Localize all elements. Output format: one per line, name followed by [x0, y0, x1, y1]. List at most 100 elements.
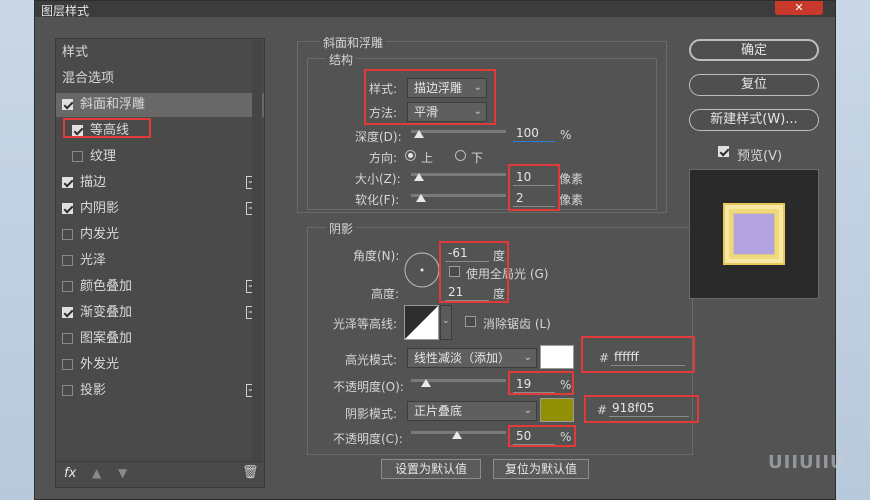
highlight-mode-value: 线性减淡（添加）: [414, 351, 511, 365]
chevron-down-icon: ⌄: [523, 352, 532, 363]
window-title: 图层样式: [41, 4, 90, 18]
antialias-checkbox[interactable]: [465, 316, 476, 327]
style-list-item[interactable]: 图案叠加: [56, 327, 264, 351]
style-list-item[interactable]: 内阴影+: [56, 197, 264, 221]
layer-style-dialog: 图层样式 ✕ 样式混合选项斜面和浮雕等高线纹理描边+内阴影+内发光光泽颜色叠加+…: [34, 0, 836, 500]
depth-input[interactable]: 100: [513, 124, 555, 142]
set-default-button[interactable]: 设置为默认值: [381, 459, 481, 479]
style-list-label: 内发光: [80, 227, 120, 242]
style-list-item[interactable]: 斜面和浮雕: [56, 93, 264, 117]
highlight-opacity-label: 不透明度(O):: [333, 380, 404, 394]
style-list-panel: 样式混合选项斜面和浮雕等高线纹理描边+内阴影+内发光光泽颜色叠加+渐变叠加+图案…: [55, 38, 265, 488]
style-list-item[interactable]: 描边+: [56, 171, 264, 195]
gloss-contour-dropdown[interactable]: ⌄: [440, 305, 452, 340]
move-up-icon[interactable]: ▲: [92, 466, 101, 480]
style-list-label: 内阴影: [80, 201, 120, 216]
style-checkbox[interactable]: [62, 281, 73, 292]
shadow-color-box: [584, 395, 699, 423]
gloss-contour-label: 光泽等高线:: [333, 317, 398, 331]
style-list-label: 混合选项: [62, 71, 115, 86]
size-slider-thumb[interactable]: [414, 173, 424, 181]
highlight-color-swatch[interactable]: [540, 345, 574, 369]
style-list-label: 颜色叠加: [80, 279, 133, 294]
shadow-opacity-box: [508, 425, 576, 447]
soften-unit: 像素: [559, 193, 584, 207]
style-list-item[interactable]: 外发光: [56, 353, 264, 377]
style-checkbox[interactable]: [62, 229, 73, 240]
highlight-opacity-slider-thumb[interactable]: [421, 379, 431, 387]
style-checkbox[interactable]: [62, 333, 73, 344]
angle-dial[interactable]: [403, 251, 441, 289]
ok-button[interactable]: 确定: [689, 39, 819, 61]
highlight-style-method-box: [364, 69, 496, 125]
direction-down-radio[interactable]: [455, 150, 466, 161]
depth-unit: %: [560, 128, 572, 142]
style-list-item[interactable]: 投影+: [56, 379, 264, 403]
style-list-label: 斜面和浮雕: [80, 97, 146, 112]
soften-slider-thumb[interactable]: [416, 194, 426, 202]
style-checkbox[interactable]: [62, 307, 73, 318]
style-list-item[interactable]: 渐变叠加+: [56, 301, 264, 325]
style-checkbox[interactable]: [62, 99, 73, 110]
depth-slider-thumb[interactable]: [414, 130, 424, 138]
angle-label: 角度(N):: [353, 249, 400, 263]
style-list-item[interactable]: 内发光: [56, 223, 264, 247]
style-list-item[interactable]: 样式: [56, 41, 264, 65]
style-list-label: 样式: [62, 45, 89, 60]
gloss-contour-thumbnail[interactable]: [404, 305, 439, 340]
highlight-mode-dropdown[interactable]: 线性减淡（添加） ⌄: [407, 348, 537, 368]
highlight-contour-box: [63, 118, 151, 138]
fx-icon[interactable]: fx: [64, 466, 76, 481]
trash-icon[interactable]: 🗑: [242, 465, 259, 480]
shadow-mode-label: 阴影模式:: [345, 407, 398, 421]
close-button[interactable]: ✕: [775, 1, 823, 15]
size-label: 大小(Z):: [355, 172, 401, 186]
style-list-label: 渐变叠加: [80, 305, 133, 320]
new-style-button[interactable]: 新建样式(W)...: [689, 109, 819, 131]
style-list-item[interactable]: 混合选项: [56, 67, 264, 91]
style-checkbox[interactable]: [62, 203, 73, 214]
soften-label: 软化(F):: [355, 193, 400, 207]
highlight-angle-altitude-box: [439, 241, 509, 303]
style-checkbox[interactable]: [62, 177, 73, 188]
shadow-mode-dropdown[interactable]: 正片叠底 ⌄: [407, 401, 537, 421]
structure-title: 结构: [326, 51, 357, 68]
depth-label: 深度(D):: [355, 130, 402, 144]
list-footer: fx ▲ ▼ 🗑: [56, 461, 264, 488]
chevron-down-icon: ⌄: [523, 405, 532, 416]
scrollbar[interactable]: [252, 41, 262, 461]
shadow-opacity-slider-thumb[interactable]: [452, 431, 462, 439]
shading-title: 阴影: [326, 220, 357, 237]
shadow-color-swatch[interactable]: [540, 398, 574, 422]
size-slider[interactable]: [411, 173, 506, 176]
title-bar: 图层样式 ✕: [35, 1, 835, 18]
direction-down-label: 下: [471, 151, 484, 165]
chevron-down-icon: ⌄: [442, 316, 450, 326]
direction-up-label: 上: [421, 151, 434, 165]
bevel-group-title: 斜面和浮雕: [320, 34, 387, 51]
style-list-item[interactable]: 颜色叠加+: [56, 275, 264, 299]
direction-up-radio[interactable]: [405, 150, 416, 161]
style-checkbox[interactable]: [62, 385, 73, 396]
style-list-item[interactable]: 纹理: [56, 145, 264, 169]
style-checkbox[interactable]: [62, 359, 73, 370]
depth-slider[interactable]: [411, 130, 506, 133]
preview-label: 预览(V): [737, 149, 783, 164]
antialias-label: 消除锯齿 (L): [483, 317, 551, 331]
highlight-color-box: [581, 336, 695, 373]
style-list-label: 描边: [80, 175, 107, 190]
shadow-opacity-label: 不透明度(C):: [333, 432, 403, 446]
move-down-icon[interactable]: ▼: [118, 466, 127, 480]
style-checkbox[interactable]: [62, 255, 73, 266]
watermark: UIIUIIU: [768, 452, 846, 473]
style-list-label: 纹理: [90, 149, 117, 164]
highlight-opacity-box: [508, 371, 574, 395]
reset-button[interactable]: 复位: [689, 74, 819, 96]
style-checkbox[interactable]: [72, 151, 83, 162]
preview-swatch: [723, 203, 785, 265]
style-list-item[interactable]: 光泽: [56, 249, 264, 273]
direction-label: 方向:: [369, 151, 398, 165]
preview-checkbox[interactable]: [718, 146, 729, 157]
reset-default-button[interactable]: 复位为默认值: [493, 459, 589, 479]
highlight-size-soften-box: [508, 164, 560, 211]
